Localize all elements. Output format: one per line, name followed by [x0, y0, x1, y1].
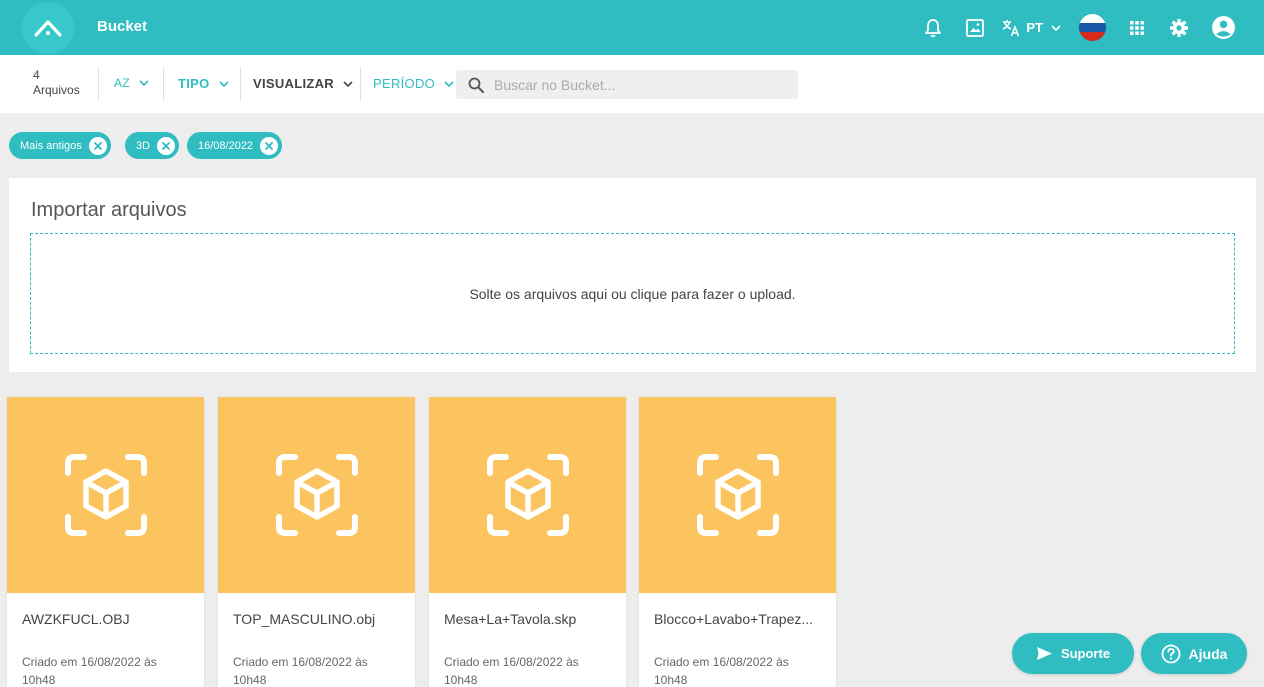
filter-chip-label: 3D — [136, 139, 151, 152]
type-filter-dropdown[interactable]: TIPO — [178, 76, 229, 91]
chevron-down-icon — [444, 80, 454, 87]
file-created-date: Criado em 16/08/2022 às 10h48 — [22, 655, 157, 687]
divider — [360, 67, 361, 101]
filter-chip: 16/08/2022 — [187, 132, 283, 159]
help-label: Ajuda — [1188, 645, 1228, 662]
divider — [163, 67, 164, 101]
file-card[interactable]: AWZKFUCL.OBJ Criado em 16/08/2022 às 10h… — [7, 397, 204, 687]
help-button[interactable]: Ajuda — [1141, 633, 1247, 674]
search-bar — [456, 70, 798, 99]
divider — [240, 67, 241, 101]
file-created-date: Criado em 16/08/2022 às 10h48 — [444, 655, 579, 687]
send-icon — [1036, 647, 1052, 660]
file-name: AWZKFUCL.OBJ — [22, 611, 130, 627]
chevron-down-icon — [139, 80, 149, 86]
file-card[interactable]: Blocco+Lavabo+Trapez... Criado em 16/08/… — [639, 397, 836, 687]
sort-label: AZ — [114, 76, 130, 90]
file-thumbnail — [429, 397, 626, 593]
app-title: Bucket — [97, 18, 148, 35]
bell-icon[interactable] — [922, 17, 944, 39]
filter-chip-label: Mais antigos — [20, 139, 82, 152]
period-filter-dropdown[interactable]: PERÍODO — [373, 76, 454, 91]
search-input[interactable] — [494, 76, 794, 93]
upload-title: Importar arquivos — [31, 199, 187, 221]
filter-bar: 4 Arquivos AZ TIPO VISUALIZAR PERÍODO — [0, 55, 1264, 113]
file-count: 4 Arquivos — [33, 68, 80, 98]
3d-cube-icon — [696, 454, 779, 536]
view-label: VISUALIZAR — [253, 76, 334, 91]
app-logo-icon[interactable] — [22, 2, 74, 54]
3d-cube-icon — [64, 454, 147, 536]
remove-chip-icon[interactable] — [88, 136, 107, 155]
language-selector[interactable]: PT — [1002, 19, 1061, 37]
filter-chip: Mais antigos — [9, 132, 111, 159]
file-thumbnail — [639, 397, 836, 593]
chevron-down-icon — [1051, 24, 1061, 31]
user-avatar-icon[interactable] — [1210, 15, 1236, 41]
file-name: Blocco+Lavabo+Trapez... — [654, 611, 814, 627]
chevron-down-icon — [218, 80, 229, 87]
support-button[interactable]: Suporte — [1012, 633, 1134, 674]
dropzone-text: Solte os arquivos aqui ou clique para fa… — [469, 285, 796, 302]
file-thumbnail — [218, 397, 415, 593]
file-count-number: 4 — [33, 68, 40, 82]
file-card[interactable]: TOP_MASCULINO.obj Criado em 16/08/2022 à… — [218, 397, 415, 687]
file-name: TOP_MASCULINO.obj — [233, 611, 376, 627]
upload-panel: Importar arquivos Solte os arquivos aqui… — [9, 178, 1256, 372]
support-label: Suporte — [1060, 646, 1111, 661]
file-name: Mesa+La+Tavola.skp — [444, 611, 577, 627]
remove-chip-icon[interactable] — [260, 136, 279, 155]
gear-icon[interactable] — [1168, 17, 1190, 39]
top-bar: Bucket PT — [0, 0, 1264, 55]
3d-cube-icon — [486, 454, 569, 536]
divider — [98, 67, 99, 101]
file-created-date: Criado em 16/08/2022 às 10h48 — [654, 655, 789, 687]
chevron-down-icon — [343, 80, 353, 87]
language-code: PT — [1026, 20, 1043, 35]
help-circle-icon — [1161, 644, 1180, 663]
filter-chip-label: 16/08/2022 — [198, 139, 254, 152]
filter-chip: 3D — [125, 132, 180, 159]
translate-icon — [1003, 19, 1020, 36]
view-dropdown[interactable]: VISUALIZAR — [253, 76, 353, 91]
file-count-label: Arquivos — [33, 83, 80, 97]
search-icon — [468, 77, 484, 93]
upload-dropzone[interactable]: Solte os arquivos aqui ou clique para fa… — [30, 233, 1235, 354]
3d-cube-icon — [275, 454, 358, 536]
top-actions: PT — [902, 0, 1236, 55]
country-flag-icon[interactable] — [1079, 14, 1106, 41]
period-filter-label: PERÍODO — [373, 76, 436, 91]
file-card[interactable]: Mesa+La+Tavola.skp Criado em 16/08/2022 … — [429, 397, 626, 687]
image-gallery-icon[interactable] — [964, 17, 986, 39]
file-created-date: Criado em 16/08/2022 às 10h48 — [233, 655, 368, 687]
apps-grid-icon[interactable] — [1126, 17, 1148, 39]
sort-alphabetical-dropdown[interactable]: AZ — [114, 76, 149, 90]
type-filter-label: TIPO — [178, 76, 210, 91]
remove-chip-icon[interactable] — [157, 136, 176, 155]
file-thumbnail — [7, 397, 204, 593]
